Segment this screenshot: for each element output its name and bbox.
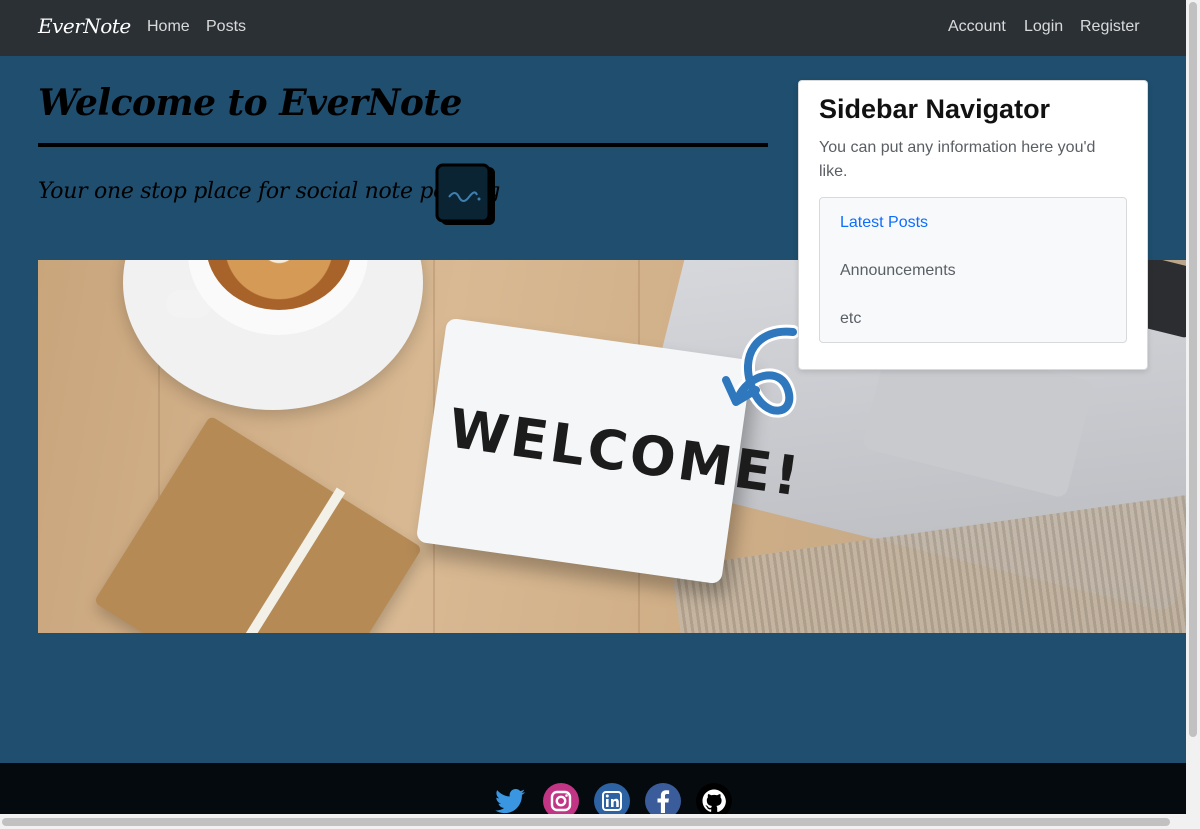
horizontal-scrollbar[interactable] — [0, 814, 1200, 829]
nav-link-login[interactable]: Login — [1024, 18, 1063, 36]
nav-link-posts[interactable]: Posts — [206, 18, 246, 36]
sidebar-item-etc[interactable]: etc — [840, 310, 861, 328]
sidebar-item-latest-posts[interactable]: Latest Posts — [840, 214, 928, 232]
page-tagline: Your one stop place for social note post… — [38, 179, 501, 204]
notebook-shape — [93, 415, 423, 633]
note-pad-icon — [435, 163, 495, 225]
sidebar-list: Latest Posts Announcements etc — [819, 197, 1127, 343]
nav-link-register[interactable]: Register — [1080, 18, 1140, 36]
page-title: Welcome to EverNote — [38, 82, 462, 124]
sidebar-title: Sidebar Navigator — [819, 94, 1051, 124]
vertical-scroll-thumb[interactable] — [1189, 2, 1197, 737]
nav-link-home[interactable]: Home — [147, 18, 190, 36]
sidebar-item-announcements[interactable]: Announcements — [840, 262, 956, 280]
nav-link-account[interactable]: Account — [948, 18, 1006, 36]
top-navbar: EverNote Home Posts Account Login Regist… — [0, 0, 1186, 56]
curved-arrow-icon — [722, 324, 800, 418]
brand-logo[interactable]: EverNote — [38, 14, 131, 38]
sidebar-description: You can put any information here you'd l… — [819, 139, 1096, 180]
vertical-scrollbar[interactable] — [1186, 0, 1200, 814]
title-divider — [38, 143, 768, 147]
sidebar-navigator-card: Sidebar Navigator You can put any inform… — [798, 80, 1148, 370]
horizontal-scroll-thumb[interactable] — [2, 818, 1170, 826]
